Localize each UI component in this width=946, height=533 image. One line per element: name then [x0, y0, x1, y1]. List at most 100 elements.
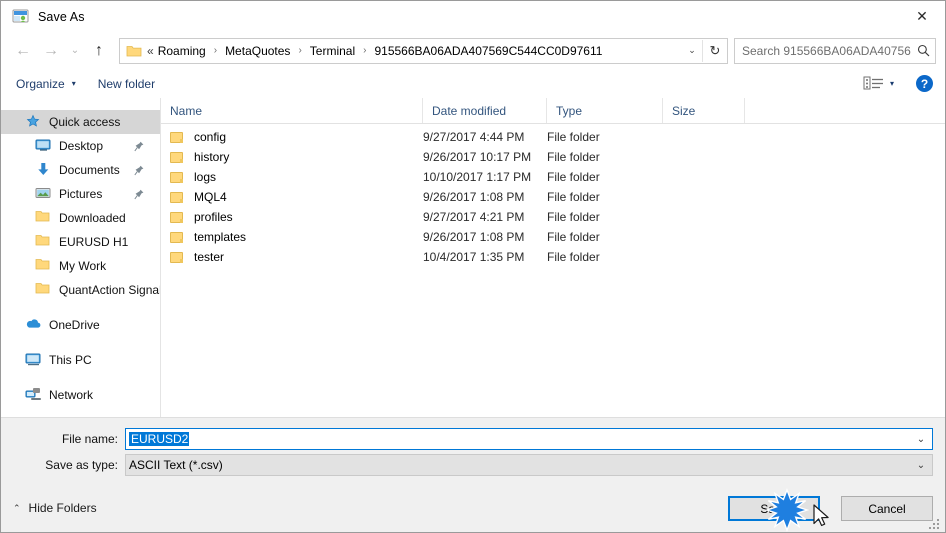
sidebar-item-label: Downloaded	[59, 211, 126, 225]
sidebar-item-quick-access[interactable]: Quick access	[1, 110, 160, 134]
file-name-value[interactable]: EURUSD2	[126, 432, 910, 446]
sidebar-item-quantaction-signal[interactable]: QuantAction Signal	[1, 278, 160, 302]
sidebar-item-desktop[interactable]: Desktop	[1, 134, 160, 158]
sidebar-item-label: Quick access	[49, 115, 121, 129]
new-folder-label: New folder	[97, 76, 156, 91]
sidebar-item-onedrive[interactable]: OneDrive	[1, 313, 160, 337]
save-form: File name: EURUSD2 ⌄ Save as type: ASCII…	[1, 417, 945, 493]
sidebar-item-this-pc[interactable]: This PC	[1, 348, 160, 372]
title-bar: Save As ✕	[1, 1, 945, 32]
sort-ascending-icon: ⌃	[288, 98, 296, 102]
folder-icon	[35, 234, 52, 250]
breadcrumb-separator[interactable]: ›	[292, 45, 307, 56]
breadcrumb-item-roaming[interactable]: Roaming	[156, 44, 208, 58]
chevron-down-icon[interactable]: ⌄	[910, 434, 932, 445]
dialog-body: Quick access Desktop Documents Pictures …	[1, 98, 945, 417]
breadcrumb-item-terminal[interactable]: Terminal	[308, 44, 357, 58]
sidebar-item-label: Documents	[59, 163, 120, 177]
save-as-dialog: Save As ✕ ← → ⌄ ↑ « Roaming › MetaQuotes…	[0, 0, 946, 533]
breadcrumb: « Roaming › MetaQuotes › Terminal › 9155…	[147, 44, 682, 58]
breadcrumb-item-terminal-id[interactable]: 915566BA06ADA407569C544CC0D97611	[372, 44, 604, 58]
column-header-date-modified[interactable]: Date modified	[423, 98, 547, 123]
sidebar-item-pictures[interactable]: Pictures	[1, 182, 160, 206]
window-title: Save As	[38, 9, 85, 24]
onedrive-cloud-icon	[25, 317, 42, 333]
sidebar-item-downloaded[interactable]: Downloaded	[1, 206, 160, 230]
file-name-cell: config	[161, 130, 423, 144]
sidebar-item-my-work[interactable]: My Work	[1, 254, 160, 278]
chevron-down-icon[interactable]: ▾	[889, 79, 900, 88]
navigation-bar: ← → ⌄ ↑ « Roaming › MetaQuotes › Termina…	[1, 32, 945, 69]
search-icon	[911, 44, 935, 57]
sidebar-item-label: This PC	[49, 353, 92, 367]
cancel-button[interactable]: Cancel	[841, 496, 933, 521]
file-date-cell: 9/27/2017 4:44 PM	[423, 130, 525, 144]
folder-icon	[170, 131, 184, 143]
up-icon[interactable]: ↑	[85, 37, 113, 65]
file-name-input[interactable]: EURUSD2 ⌄	[125, 428, 933, 450]
search-input[interactable]: Search 915566BA06ADA40756...	[735, 44, 911, 58]
file-name-cell: MQL4	[161, 190, 423, 204]
chevron-down-icon[interactable]: ⌄	[682, 40, 702, 62]
pin-icon[interactable]	[134, 165, 144, 176]
column-header-size[interactable]: Size	[663, 98, 745, 123]
sidebar-item-label: EURUSD H1	[59, 235, 129, 249]
organize-button[interactable]: Organize ▾	[9, 74, 83, 94]
search-box[interactable]: Search 915566BA06ADA40756...	[734, 37, 936, 64]
sidebar-item-eurusd-h1[interactable]: EURUSD H1	[1, 230, 160, 254]
change-view-icon[interactable]	[863, 75, 885, 93]
sidebar-item-documents[interactable]: Documents	[1, 158, 160, 182]
table-row[interactable]: logs 10/10/2017 1:17 PM File folder	[161, 167, 945, 187]
address-bar[interactable]: « Roaming › MetaQuotes › Terminal › 9155…	[119, 37, 728, 64]
table-row[interactable]: profiles 9/27/2017 4:21 PM File folder	[161, 207, 945, 227]
refresh-icon[interactable]: ↻	[702, 39, 727, 62]
file-list-pane: ⌃ Name Date modified Type Size config	[161, 98, 945, 417]
column-header-name[interactable]: ⌃ Name	[161, 98, 423, 123]
hide-folders-label: Hide Folders	[28, 501, 97, 515]
sidebar-item-network[interactable]: Network	[1, 383, 160, 407]
new-folder-button[interactable]: New folder	[91, 74, 162, 94]
folder-icon	[170, 231, 184, 243]
pin-icon[interactable]	[134, 141, 144, 152]
breadcrumb-separator[interactable]: ›	[357, 45, 372, 56]
back-icon[interactable]: ←	[9, 37, 37, 65]
file-type-cell: File folder	[547, 230, 600, 244]
table-row[interactable]: history 9/26/2017 10:17 PM File folder	[161, 147, 945, 167]
table-row[interactable]: templates 9/26/2017 1:08 PM File folder	[161, 227, 945, 247]
forward-icon[interactable]: →	[37, 37, 65, 65]
column-header-label: Type	[556, 103, 583, 118]
chevron-down-icon[interactable]: ⌄	[910, 460, 932, 471]
pin-icon[interactable]	[134, 189, 144, 200]
save-as-type-value: ASCII Text (*.csv)	[129, 458, 223, 472]
file-name-cell: templates	[161, 230, 423, 244]
chevron-down-icon: ▾	[71, 79, 76, 88]
save-as-type-select[interactable]: ASCII Text (*.csv) ⌄	[125, 454, 933, 476]
file-name-cell: logs	[161, 170, 423, 184]
file-name-label: profiles	[194, 210, 233, 224]
file-date-cell: 9/26/2017 1:08 PM	[423, 230, 525, 244]
file-type-cell: File folder	[547, 170, 600, 184]
sidebar-item-label: Desktop	[59, 139, 104, 153]
file-name-label: config	[194, 130, 227, 144]
recent-locations-icon[interactable]: ⌄	[65, 37, 85, 65]
table-row[interactable]: config 9/27/2017 4:44 PM File folder	[161, 127, 945, 147]
file-date-cell: 9/26/2017 1:08 PM	[423, 190, 525, 204]
file-type-cell: File folder	[547, 150, 600, 164]
this-pc-icon	[25, 352, 42, 368]
column-header-type[interactable]: Type	[547, 98, 663, 123]
table-row[interactable]: MQL4 9/26/2017 1:08 PM File folder	[161, 187, 945, 207]
column-header-label: Date modified	[432, 103, 507, 118]
sidebar-item-label: My Work	[59, 259, 107, 273]
help-icon[interactable]: ?	[916, 75, 933, 92]
save-button[interactable]: Save	[728, 496, 820, 521]
close-icon[interactable]: ✕	[899, 1, 945, 31]
breadcrumb-separator[interactable]: ›	[208, 45, 223, 56]
hide-folders-button[interactable]: ⌃ Hide Folders	[13, 501, 97, 515]
breadcrumb-item-metaquotes[interactable]: MetaQuotes	[223, 44, 292, 58]
breadcrumb-overflow[interactable]: «	[147, 44, 156, 58]
network-icon	[25, 387, 42, 403]
table-row[interactable]: tester 10/4/2017 1:35 PM File folder	[161, 247, 945, 267]
